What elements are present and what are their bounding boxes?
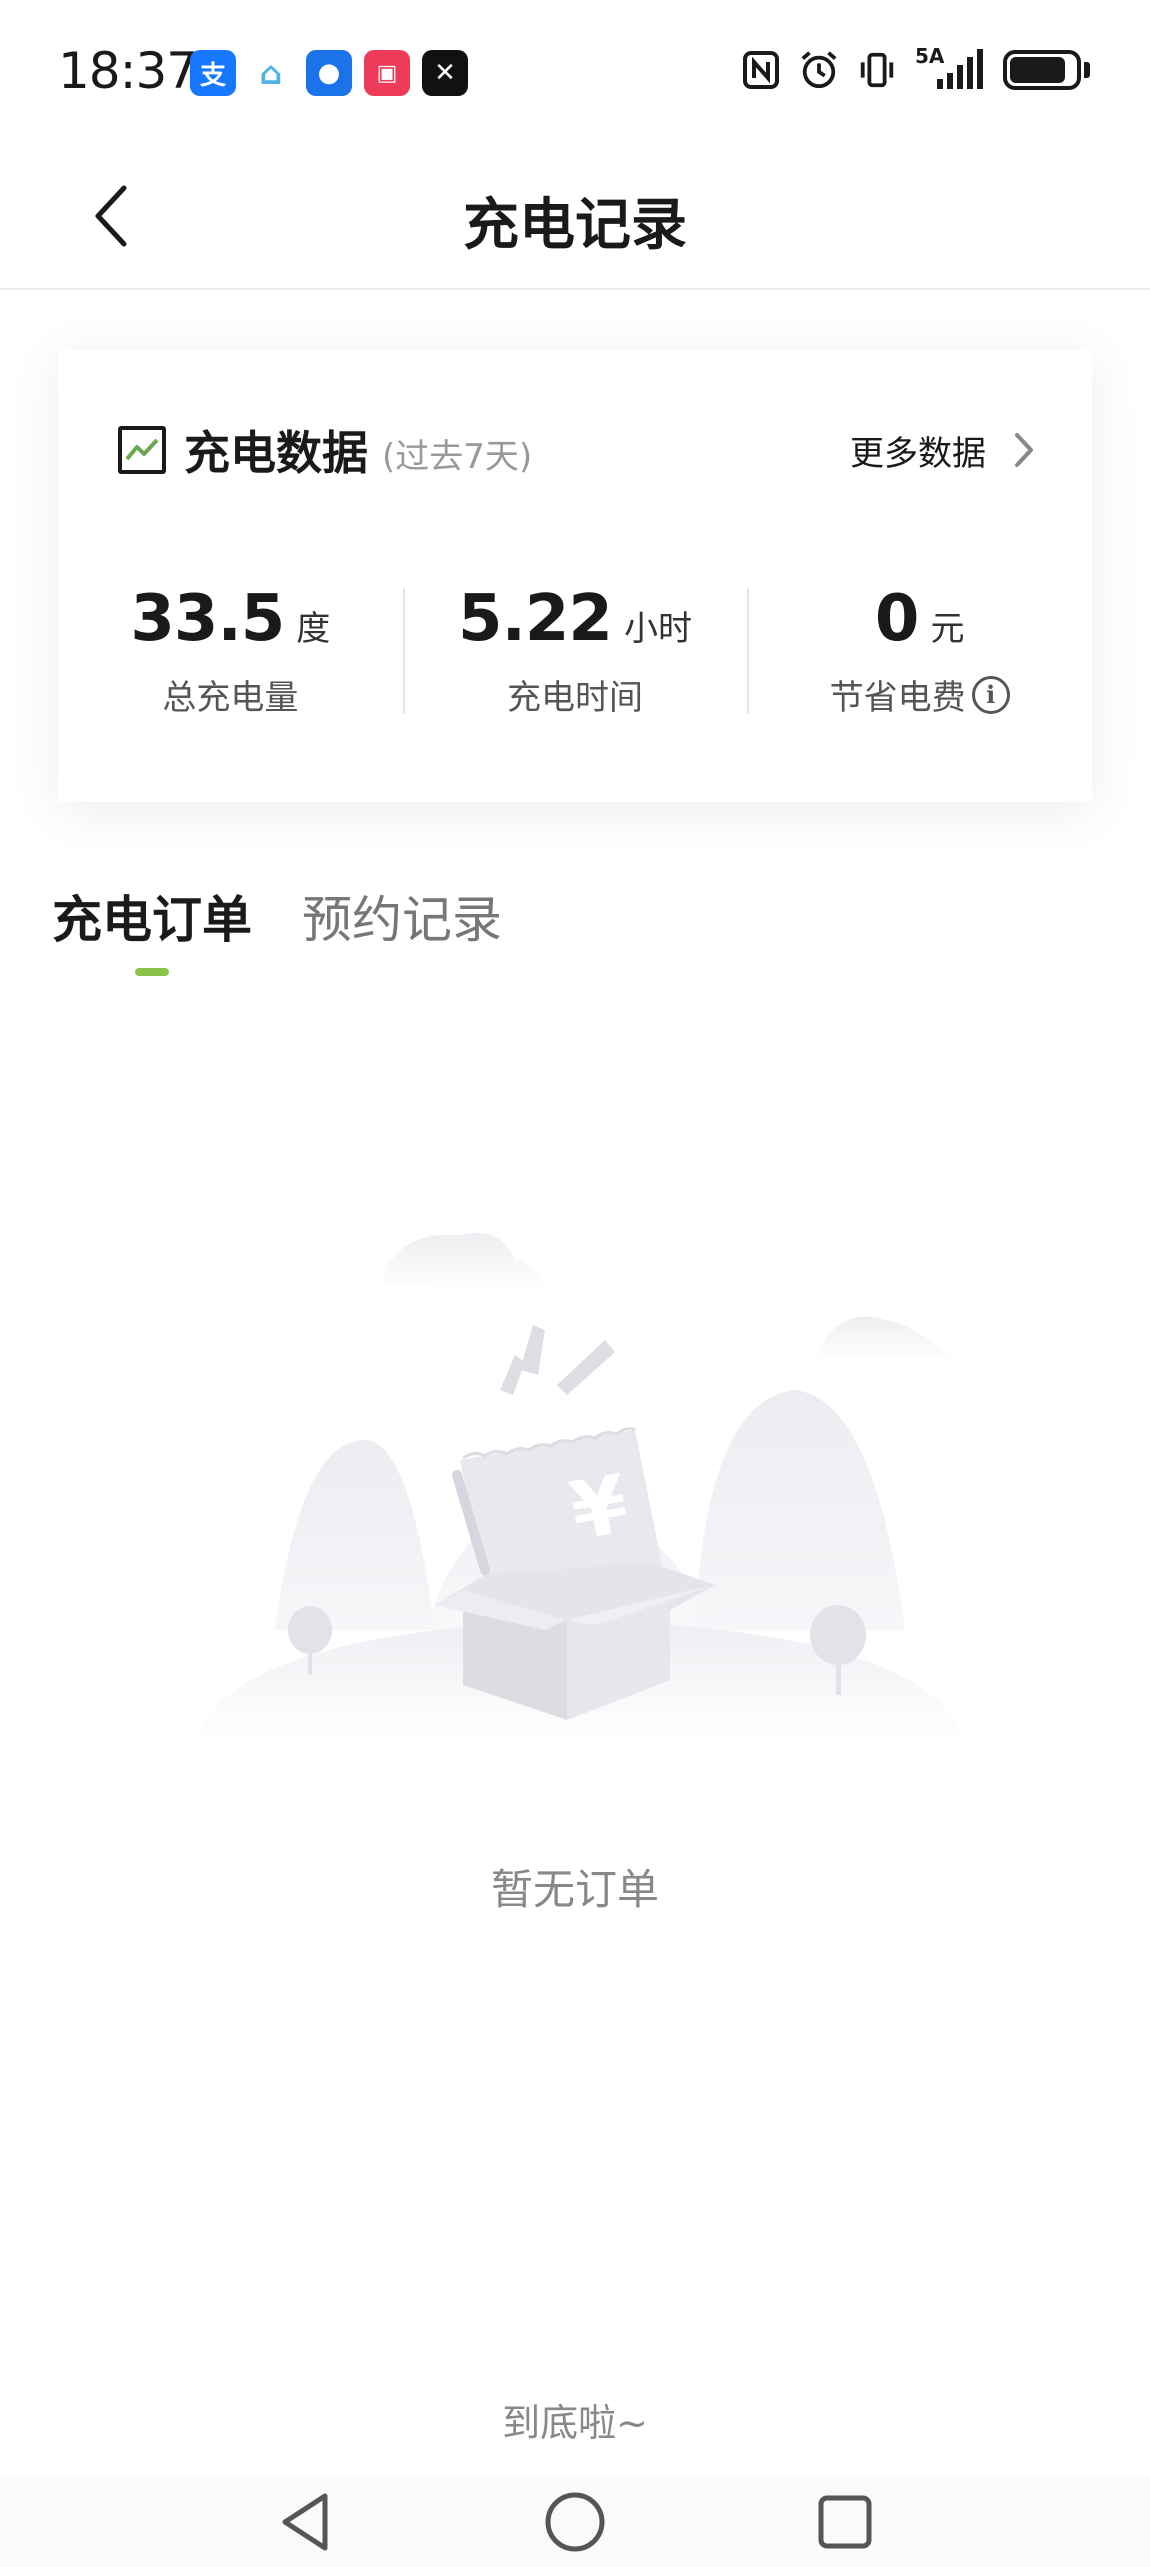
card-subtitle: (过去7天) — [382, 436, 533, 477]
chevron-right-icon — [1015, 433, 1033, 467]
status-app-icons: 支 ⌂ ● ▣ ✕ — [190, 50, 468, 96]
chat-app-icon: ● — [306, 50, 352, 96]
capcut-icon: ✕ — [422, 50, 468, 96]
status-indicators: 5A 79 — [741, 44, 1090, 92]
stat-label: 节省电费 — [829, 678, 966, 718]
nav-back-button[interactable] — [270, 2487, 340, 2557]
tab-charging-orders[interactable]: 充电订单 — [52, 880, 252, 980]
status-time: 18:37 — [58, 42, 198, 100]
top-app-bar: 充电记录 — [0, 140, 1150, 290]
nav-home-button[interactable] — [540, 2487, 610, 2557]
status-bar: 18:37 支 ⌂ ● ▣ ✕ 5A 79 — [0, 0, 1150, 140]
more-data-link[interactable]: 更多数据 — [850, 426, 1034, 475]
stat-savings: 0 元 节省电费 i — [747, 582, 1092, 732]
tab-reservation-records[interactable]: 预约记录 — [302, 880, 502, 980]
empty-state-message: 暂无订单 — [490, 1865, 659, 1914]
smart-home-icon: ⌂ — [248, 50, 294, 96]
stat-value: 33.5 — [130, 582, 285, 656]
battery-level: 79 — [1022, 53, 1062, 87]
stat-unit: 元 — [930, 609, 965, 649]
nav-recents-button[interactable] — [810, 2487, 880, 2557]
stat-unit: 度 — [296, 609, 331, 649]
circle-home-icon — [545, 2492, 605, 2552]
square-recents-icon — [818, 2495, 872, 2549]
nfc-icon — [741, 48, 781, 92]
stat-label: 充电时间 — [507, 678, 643, 718]
vibrate-icon — [857, 48, 897, 92]
active-tab-indicator — [135, 968, 169, 976]
stat-value: 0 — [874, 582, 920, 656]
record-tabs: 充电订单 预约记录 — [52, 880, 502, 980]
triangle-back-icon — [282, 2493, 328, 2551]
stat-charging-time: 5.22 小时 充电时间 — [402, 582, 748, 732]
more-data-label: 更多数据 — [850, 433, 986, 474]
card-header: 充电数据 (过去7天) 更多数据 — [118, 420, 1034, 480]
alarm-icon — [799, 48, 839, 92]
line-chart-icon — [118, 426, 166, 474]
app-gallery-icon: ▣ — [364, 50, 410, 96]
alipay-icon: 支 — [190, 50, 236, 96]
signal-icon: 5A — [915, 44, 985, 92]
stat-value: 5.22 — [458, 582, 613, 656]
stat-total-energy: 33.5 度 总充电量 — [58, 582, 403, 732]
stat-unit: 小时 — [623, 609, 692, 649]
stat-label: 总充电量 — [162, 678, 299, 718]
empty-orders-illustration: ¥ — [195, 1232, 965, 1740]
charging-data-card: 充电数据 (过去7天) 更多数据 33.5 度 总充电量 5.22 小时 充电时… — [58, 350, 1092, 802]
info-icon[interactable]: i — [971, 675, 1010, 714]
card-title: 充电数据 — [184, 426, 368, 480]
end-of-list-text: 到底啦~ — [502, 2401, 648, 2445]
system-navigation-bar — [0, 2477, 1150, 2567]
page-title: 充电记录 — [463, 193, 687, 258]
battery-icon: 79 — [1003, 50, 1081, 90]
stats-row: 33.5 度 总充电量 5.22 小时 充电时间 0 元 节省电费 i — [58, 582, 1092, 732]
